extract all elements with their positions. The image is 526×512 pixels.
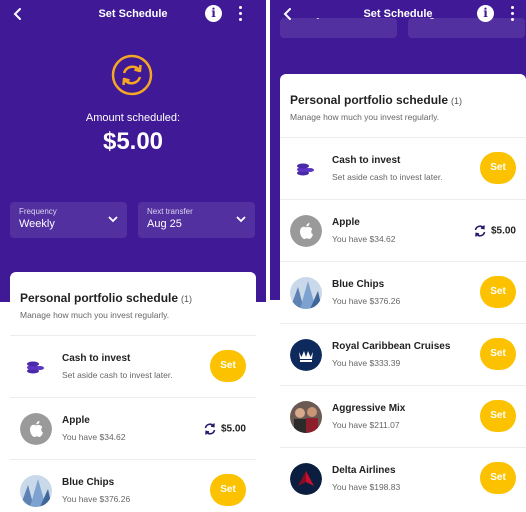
item-subtitle: You have $211.07: [332, 420, 400, 430]
portfolio-schedule-card: Personal portfolio schedule (1) Manage ho…: [10, 272, 256, 512]
item-name: Cash to invest: [62, 353, 131, 364]
item-subtitle: You have $376.26: [332, 296, 401, 306]
card-count: (1): [181, 294, 193, 304]
coins-icon: [27, 361, 44, 374]
item-subtitle: You have $333.39: [332, 358, 401, 368]
card-title: Personal portfolio schedule (1): [20, 291, 193, 305]
next-transfer-value: Aug 25: [147, 218, 182, 230]
list-item-delta-airlines[interactable]: Delta Airlines You have $198.83 Set: [280, 447, 526, 509]
top-bar: Set Schedule i: [270, 0, 526, 30]
set-button[interactable]: Set: [480, 338, 516, 370]
portfolio-schedule-card: Personal portfolio schedule (1) Manage ho…: [280, 74, 526, 512]
blue-chips-icon: [290, 277, 322, 309]
list-item-aggressive-mix[interactable]: Aggressive Mix You have $211.07 Set: [280, 385, 526, 447]
next-transfer-label: Next transfer: [147, 207, 193, 216]
card-subtitle: Manage how much you invest regularly.: [20, 310, 170, 320]
list-item-royal-caribbean[interactable]: Royal Caribbean Cruises You have $333.39…: [280, 323, 526, 385]
recurring-schedule-icon: [111, 54, 153, 96]
info-icon[interactable]: i: [205, 5, 222, 22]
delta-icon: [290, 463, 322, 495]
screen-left: Set Schedule i Amount scheduled: $5.00 F…: [0, 0, 266, 512]
royal-caribbean-icon: [290, 339, 322, 371]
coins-icon: [297, 163, 314, 176]
set-button[interactable]: Set: [480, 462, 516, 494]
item-name: Royal Caribbean Cruises: [332, 341, 451, 352]
amount-scheduled-label: Amount scheduled:: [85, 112, 181, 124]
chevron-down-icon: [108, 216, 118, 223]
aggressive-mix-icon: [290, 401, 322, 433]
list-item-blue-chips[interactable]: Blue Chips You have $376.26 Set: [280, 261, 526, 323]
frequency-dropdown[interactable]: Frequency Weekly: [10, 202, 127, 238]
scheduled-amount-value: $5.00: [490, 225, 516, 237]
item-name: Delta Airlines: [332, 465, 396, 476]
frequency-label: Frequency: [19, 207, 57, 216]
scheduled-amount[interactable]: $5.00: [473, 224, 516, 238]
item-subtitle: Set aside cash to invest later.: [332, 172, 443, 182]
screen-right: Weekly Aug 25 Set Schedule i Personal po…: [270, 0, 526, 512]
list-item-blue-chips[interactable]: Blue Chips You have $376.26 Set: [10, 459, 256, 512]
scheduled-amount[interactable]: $5.00: [203, 422, 246, 436]
apple-logo-icon: [20, 413, 52, 445]
list-item-cash-to-invest[interactable]: Cash to invest Set aside cash to invest …: [10, 335, 256, 397]
blue-chips-icon: [20, 475, 52, 507]
item-subtitle: You have $34.62: [62, 432, 126, 442]
set-button[interactable]: Set: [480, 152, 516, 184]
item-name: Cash to invest: [332, 155, 401, 166]
list-item-apple[interactable]: Apple You have $34.62 $5.00: [10, 397, 256, 459]
frequency-value: Weekly: [19, 218, 55, 230]
amount-scheduled-value: $5.00: [102, 128, 164, 155]
item-name: Blue Chips: [62, 477, 115, 488]
scheduled-amount-value: $5.00: [220, 423, 246, 435]
apple-logo-icon: [290, 215, 322, 247]
set-button[interactable]: Set: [210, 474, 246, 506]
list-item-cash-to-invest[interactable]: Cash to invest Set aside cash to invest …: [280, 137, 526, 199]
item-subtitle: You have $376.26: [62, 494, 131, 504]
card-subtitle: Manage how much you invest regularly.: [290, 112, 440, 122]
set-button[interactable]: Set: [210, 350, 246, 382]
info-icon[interactable]: i: [477, 5, 494, 22]
card-title: Personal portfolio schedule (1): [290, 93, 463, 107]
item-subtitle: You have $198.83: [332, 482, 401, 492]
item-subtitle: Set aside cash to invest later.: [62, 370, 173, 380]
top-bar: Set Schedule i: [0, 0, 266, 30]
next-transfer-dropdown[interactable]: Next transfer Aug 25: [138, 202, 255, 238]
list-item-apple[interactable]: Apple You have $34.62 $5.00: [280, 199, 526, 261]
more-menu-icon[interactable]: [510, 6, 514, 22]
set-button[interactable]: Set: [480, 276, 516, 308]
recurring-icon: [474, 225, 486, 237]
item-name: Apple: [62, 415, 90, 426]
page-title: Set Schedule: [98, 8, 168, 20]
item-name: Apple: [332, 217, 360, 228]
recurring-icon: [204, 423, 216, 435]
item-name: Aggressive Mix: [332, 403, 406, 414]
item-name: Blue Chips: [332, 279, 385, 290]
card-count: (1): [451, 96, 463, 106]
chevron-down-icon: [236, 216, 246, 223]
set-button[interactable]: Set: [480, 400, 516, 432]
item-subtitle: You have $34.62: [332, 234, 396, 244]
more-menu-icon[interactable]: [238, 6, 242, 22]
